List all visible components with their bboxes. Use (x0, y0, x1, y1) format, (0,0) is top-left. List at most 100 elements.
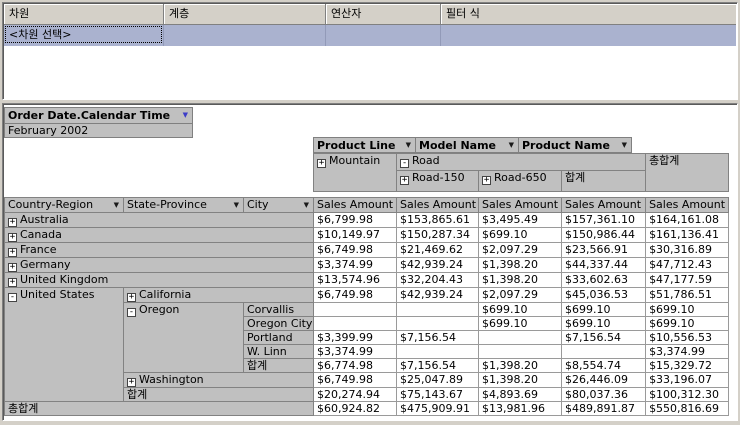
expand-plus-icon[interactable]: + (8, 278, 17, 287)
data-cell: $699.10 (645, 302, 730, 317)
data-cell: $75,143.67 (396, 387, 480, 402)
member-label: United Kingdom (20, 273, 109, 286)
column-header-filter-expression[interactable]: 필터 식 (441, 4, 736, 25)
data-cell: $42,939.24 (396, 287, 480, 303)
column-field-product-name[interactable]: Product Name ▼ (518, 137, 632, 153)
expand-plus-icon[interactable]: + (8, 263, 17, 272)
row-field-city[interactable]: City ▼ (242, 197, 315, 213)
page-field-selected-member[interactable]: February 2002 (4, 123, 193, 138)
data-cell: $60,924.82 (313, 401, 398, 416)
expand-plus-icon[interactable]: + (127, 378, 136, 387)
data-cell: $150,986.44 (561, 227, 647, 243)
column-member-road-subtotal: 합계 (561, 170, 647, 192)
data-cell: $20,274.94 (313, 387, 398, 402)
member-label: 합계 (127, 388, 148, 401)
expand-plus-icon[interactable]: + (8, 248, 17, 257)
dimension-select-cell[interactable]: <차원 선택> (4, 25, 164, 46)
column-header-hierarchy[interactable]: 계층 (164, 4, 326, 25)
selected-filter-row[interactable]: <차원 선택> (4, 25, 736, 46)
expand-plus-icon[interactable]: + (482, 176, 492, 185)
member-label: Washington (139, 373, 204, 386)
data-cell: $699.10 (561, 302, 647, 317)
column-field-product-line[interactable]: Product Line ▼ (313, 137, 416, 153)
data-cell: $150,287.34 (396, 227, 480, 243)
dropdown-arrow-icon[interactable]: ▼ (183, 112, 188, 119)
column-members-row-1: + Mountain - Road 총합계 (4, 153, 730, 192)
dropdown-arrow-icon[interactable]: ▼ (234, 201, 239, 209)
row-field-state-province[interactable]: State-Province ▼ (123, 197, 244, 213)
data-cell: $699.10 (645, 316, 730, 331)
member-label: California (139, 288, 192, 301)
expand-plus-icon[interactable]: + (8, 218, 17, 227)
dropdown-arrow-icon[interactable]: ▼ (622, 141, 627, 149)
column-member-road150: + Road-150 (396, 170, 480, 192)
data-cell: $15,329.72 (645, 358, 730, 373)
column-grand-total: 총합계 (645, 153, 730, 192)
expand-plus-icon[interactable]: + (317, 159, 327, 168)
data-cell (396, 302, 480, 317)
column-header-operator[interactable]: 연산자 (326, 4, 441, 25)
data-cell: $7,156.54 (396, 358, 480, 373)
data-cell: $33,196.07 (645, 372, 730, 388)
hierarchy-cell[interactable] (164, 25, 326, 46)
dropdown-arrow-icon[interactable]: ▼ (114, 201, 119, 209)
data-cell (396, 344, 480, 359)
data-cell: $26,446.09 (561, 372, 647, 388)
row-member-corvallis: Corvallis (242, 302, 315, 317)
collapse-minus-icon[interactable]: - (8, 293, 17, 302)
member-label: Road-150 (412, 171, 465, 184)
collapse-minus-icon[interactable]: - (127, 308, 136, 317)
dropdown-arrow-icon[interactable]: ▼ (406, 141, 411, 149)
measure-caption: Sales Amount (561, 197, 647, 213)
data-cell: $699.10 (478, 302, 563, 317)
row-member-portland: Portland (242, 330, 315, 345)
operator-cell[interactable] (326, 25, 441, 46)
data-cell: $6,799.98 (313, 212, 398, 228)
member-label: 합계 (247, 359, 268, 372)
filter-expression-cell[interactable] (441, 25, 736, 46)
field-label: State-Province (127, 198, 207, 211)
data-cell: $699.10 (561, 316, 647, 331)
row-member-washington: + Washington (122, 372, 315, 388)
column-header-dimension[interactable]: 차원 (4, 4, 164, 25)
collapse-minus-icon[interactable]: - (400, 159, 410, 168)
data-cell: $1,398.20 (478, 358, 563, 373)
table-row: + United Kingdom $13,574.96 $32,204.43 $1… (3, 272, 730, 288)
page-field-button[interactable]: Order Date.Calendar Time ▼ (4, 107, 193, 124)
row-member-united-kingdom: + United Kingdom (3, 272, 315, 288)
spacer-cell (4, 153, 314, 192)
data-cell: $13,981.96 (478, 401, 563, 416)
field-label: Model Name (419, 138, 496, 152)
member-label: Road-650 (494, 171, 547, 184)
dropdown-arrow-icon[interactable]: ▼ (304, 201, 309, 209)
member-label: Germany (20, 258, 71, 271)
grid-header-row: Country-Region ▼ State-Province ▼ City ▼ Sa… (4, 197, 730, 213)
data-cell: $32,204.43 (396, 272, 480, 288)
data-cell: $13,574.96 (313, 272, 398, 288)
data-cell (561, 344, 647, 359)
data-cell: $3,374.99 (313, 257, 398, 273)
expand-plus-icon[interactable]: + (127, 293, 136, 302)
row-member-canada: + Canada (3, 227, 315, 243)
data-cell: $699.10 (478, 227, 563, 243)
field-label: Product Line (317, 138, 396, 152)
data-cell: $21,469.62 (396, 242, 480, 258)
member-label: Oregon (139, 303, 180, 316)
table-row: + Canada $10,149.97 $150,287.34 $699.10 $… (3, 227, 730, 243)
data-cell: $1,398.20 (478, 372, 563, 388)
data-cell: $1,398.20 (478, 272, 563, 288)
row-field-country-region[interactable]: Country-Region ▼ (4, 197, 124, 213)
dimension-select-placeholder[interactable]: <차원 선택> (5, 26, 162, 43)
data-cell (478, 330, 563, 345)
column-member-road650: + Road-650 (478, 170, 563, 192)
data-cell: $164,161.08 (645, 212, 730, 228)
expand-plus-icon[interactable]: + (8, 233, 17, 242)
data-cell: $44,337.44 (561, 257, 647, 273)
member-label: Canada (20, 228, 62, 241)
column-member-mountain: + Mountain (313, 153, 398, 192)
column-field-model-name[interactable]: Model Name ▼ (415, 137, 519, 153)
grand-total-row: 총합계 $60,924.82 $475,909.91 $13,981.96 $4… (3, 401, 730, 416)
expand-plus-icon[interactable]: + (400, 176, 410, 185)
dropdown-arrow-icon[interactable]: ▼ (509, 141, 514, 149)
data-cell: $8,554.74 (561, 358, 647, 373)
